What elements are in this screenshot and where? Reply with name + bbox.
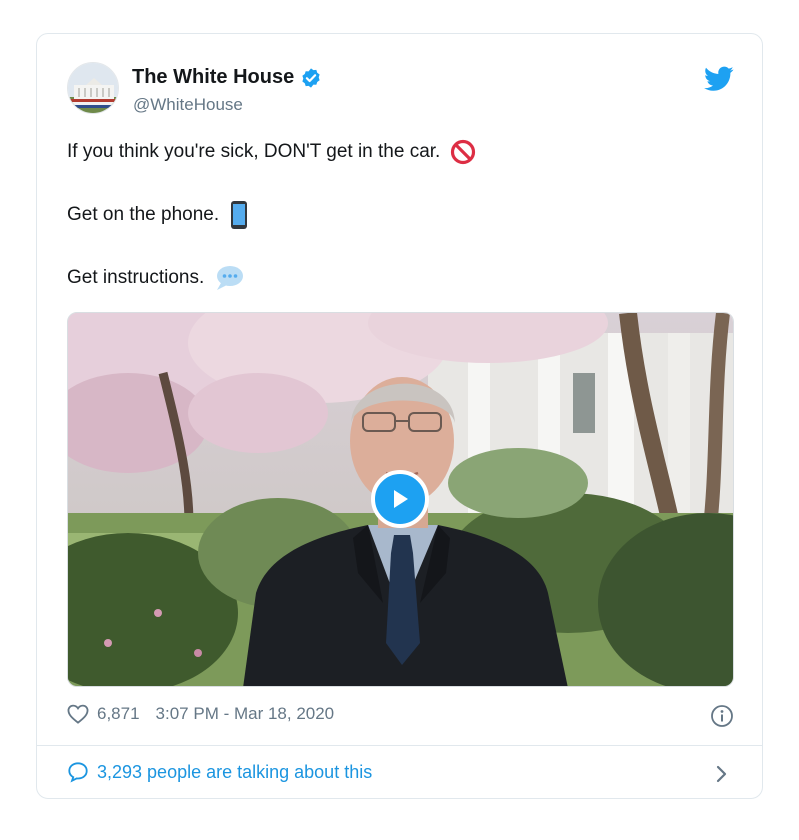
white-house-avatar-image	[68, 63, 118, 113]
author-handle[interactable]: @WhiteHouse	[133, 95, 243, 115]
tweet-line-text: If you think you're sick, DON'T get in t…	[67, 141, 441, 162]
avatar[interactable]	[67, 62, 119, 114]
conversation-link[interactable]: 3,293 people are talking about this	[67, 761, 372, 783]
tweet-line-1: If you think you're sick, DON'T get in t…	[67, 138, 476, 166]
tweet-embed-card: The White House @WhiteHouse If you think…	[36, 33, 763, 799]
play-button[interactable]	[371, 470, 429, 528]
tweet-text: If you think you're sick, DON'T get in t…	[67, 138, 476, 292]
tweet-line-3: Get instructions.	[67, 264, 476, 292]
timestamp-link[interactable]: 3:07 PM - Mar 18, 2020	[156, 704, 335, 724]
comment-bubble-icon	[68, 762, 88, 783]
like-count[interactable]: 6,871	[97, 704, 140, 724]
play-icon	[394, 490, 408, 508]
heart-icon[interactable]	[67, 704, 89, 724]
video-media[interactable]	[67, 312, 734, 687]
author-display-name[interactable]: The White House	[132, 66, 294, 89]
tweet-line-text: Get instructions.	[67, 267, 205, 288]
twitter-bird-icon[interactable]	[704, 66, 734, 92]
mobile-phone-icon	[231, 201, 248, 229]
divider	[37, 745, 762, 746]
tweet-meta-row: 6,871 3:07 PM - Mar 18, 2020	[67, 704, 334, 724]
conversation-count-text[interactable]: 3,293 people are talking about this	[97, 762, 372, 783]
author-name-row[interactable]: The White House	[132, 66, 322, 89]
chevron-right-icon[interactable]	[712, 763, 732, 785]
tweet-line-text: Get on the phone.	[67, 204, 220, 225]
no-entry-sign-icon	[451, 139, 476, 165]
speech-balloon-icon	[217, 266, 244, 290]
tweet-line-2: Get on the phone.	[67, 201, 476, 229]
info-icon[interactable]	[710, 704, 734, 728]
verified-badge-icon	[302, 67, 320, 88]
